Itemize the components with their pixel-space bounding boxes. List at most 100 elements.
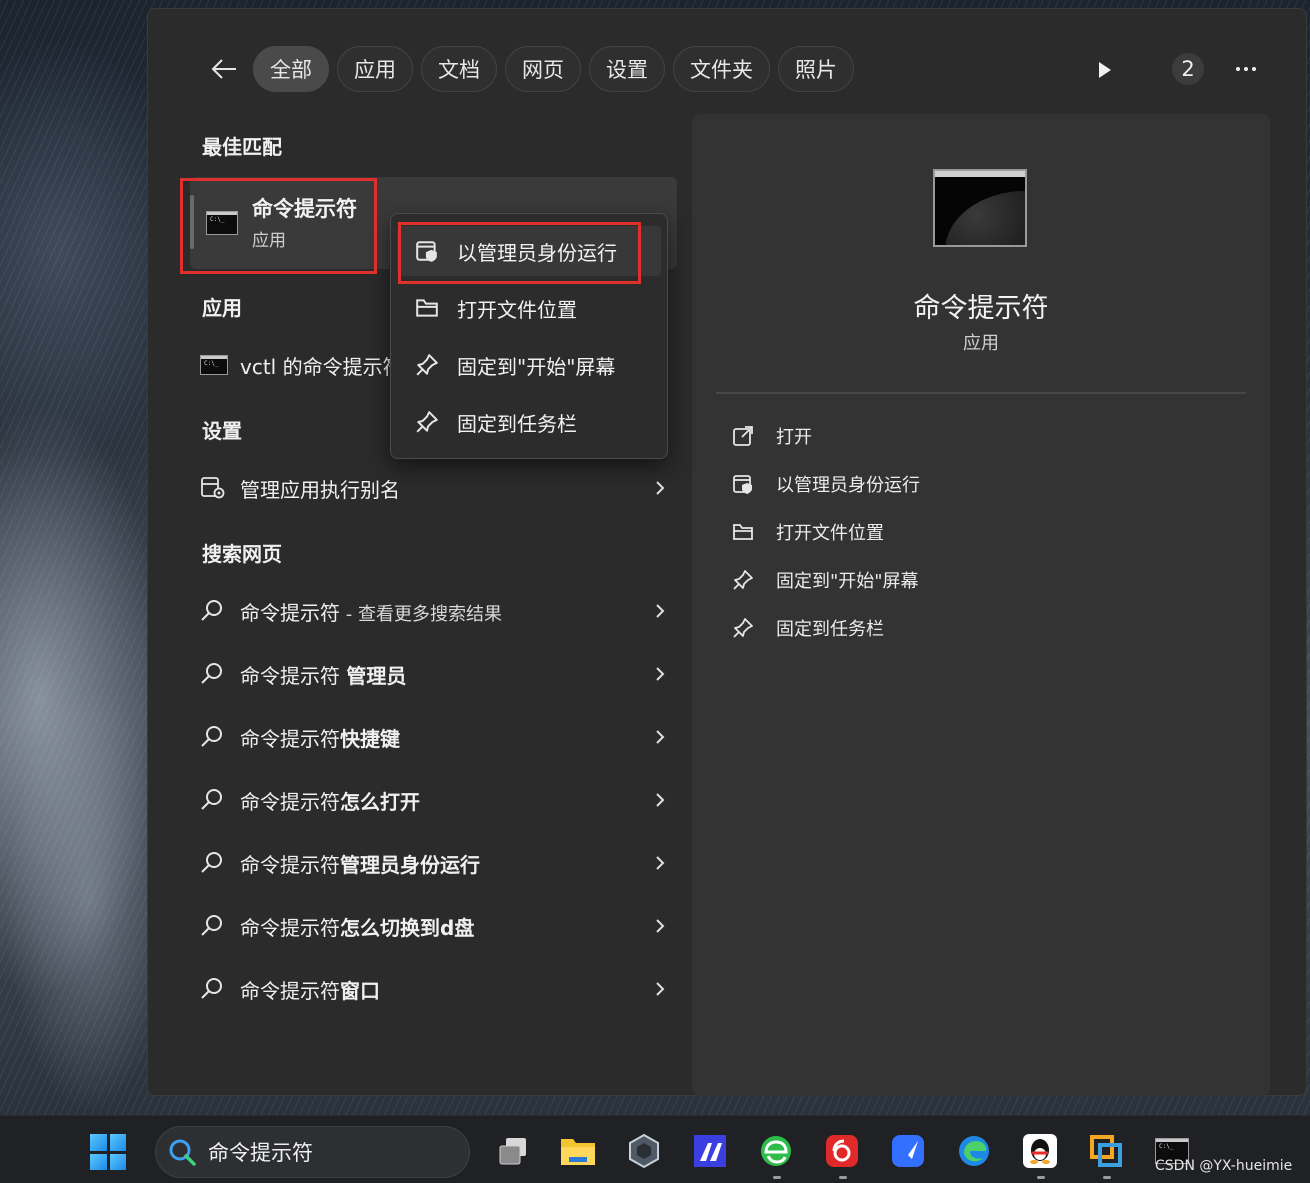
tab-web[interactable]: 网页 xyxy=(505,46,581,92)
folder-icon xyxy=(732,522,776,542)
menu-item-pin-to-start[interactable]: 固定到"开始"屏幕 xyxy=(397,340,661,390)
action-open-file-location[interactable]: 打开文件位置 xyxy=(732,512,1212,552)
ellipsis-icon xyxy=(1236,67,1256,71)
action-pin-to-start[interactable]: 固定到"开始"屏幕 xyxy=(732,560,1212,600)
web-result-suggestion: 快捷键 xyxy=(340,726,400,751)
tab-documents[interactable]: 文档 xyxy=(421,46,497,92)
best-match-title: 最佳匹配 xyxy=(202,135,282,159)
menu-item-label: 固定到"开始"屏幕 xyxy=(457,354,616,379)
web-result-suggestion: 管理员身份运行 xyxy=(340,852,480,877)
detail-title: 命令提示符 xyxy=(913,293,1049,324)
windows-start-icon[interactable] xyxy=(90,1134,126,1170)
watermark: CSDN @YX-hueimie xyxy=(1155,1158,1293,1174)
vmware-icon[interactable] xyxy=(1087,1132,1125,1170)
action-label: 打开 xyxy=(776,427,812,448)
taskbar-search-box[interactable]: 命令提示符 xyxy=(155,1126,470,1178)
app-result-label: vctl 的命令提示符 xyxy=(240,354,390,379)
cmd-large-icon xyxy=(933,169,1027,247)
menu-item-pin-to-taskbar[interactable]: 固定到任务栏 xyxy=(397,397,661,447)
best-match-name: 命令提示符 xyxy=(252,197,357,221)
web-result-suggestion: 管理员 xyxy=(346,663,407,688)
web-result[interactable]: 命令提示符怎么切换到d盘 xyxy=(200,903,670,949)
settings-result-app-alias[interactable]: 管理应用执行别名 xyxy=(200,465,670,511)
cmd-icon xyxy=(200,355,228,375)
action-run-as-admin[interactable]: 以管理员身份运行 xyxy=(732,464,1212,504)
search-icon xyxy=(200,596,240,626)
search-icon xyxy=(200,848,240,878)
menu-item-label: 固定到任务栏 xyxy=(457,411,577,436)
menu-item-open-file-location[interactable]: 打开文件位置 xyxy=(397,283,661,333)
menu-item-run-as-admin[interactable]: 以管理员身份运行 xyxy=(397,226,661,276)
unity-icon[interactable] xyxy=(625,1132,663,1170)
chevron-right-icon xyxy=(650,790,670,810)
pin-icon xyxy=(732,617,776,639)
web-result-suggestion: 怎么切换到d盘 xyxy=(340,915,475,940)
qq-icon[interactable] xyxy=(1021,1132,1059,1170)
cmd-icon xyxy=(206,211,238,235)
tab-settings[interactable]: 设置 xyxy=(589,46,665,92)
running-indicator xyxy=(1103,1176,1111,1179)
menu-item-label: 以管理员身份运行 xyxy=(457,240,617,265)
chevron-right-icon xyxy=(650,853,670,873)
back-arrow-icon xyxy=(211,59,236,79)
tab-apps[interactable]: 应用 xyxy=(337,46,413,92)
task-view-icon[interactable] xyxy=(494,1132,532,1170)
chevron-right-icon xyxy=(650,916,670,936)
best-match-type: 应用 xyxy=(252,231,286,251)
web-result-hint: - 查看更多搜索结果 xyxy=(340,603,502,625)
chevron-right-icon xyxy=(650,478,670,498)
tab-all[interactable]: 全部 xyxy=(253,46,329,92)
chevron-right-icon xyxy=(650,979,670,999)
back-button[interactable] xyxy=(204,53,244,85)
web-result-query: 命令提示符 xyxy=(240,915,340,940)
search-icon xyxy=(200,974,240,1004)
search-icon xyxy=(200,911,240,941)
web-section-title: 搜索网页 xyxy=(202,542,282,566)
apps-section-title: 应用 xyxy=(202,296,242,320)
web-result-query: 命令提示符 xyxy=(240,852,340,877)
search-icon xyxy=(200,785,240,815)
action-pin-to-taskbar[interactable]: 固定到任务栏 xyxy=(732,608,1212,648)
action-label: 固定到"开始"屏幕 xyxy=(776,571,919,592)
web-result[interactable]: 命令提示符窗口 xyxy=(200,966,670,1012)
feishu-icon[interactable] xyxy=(889,1132,927,1170)
shield-window-icon xyxy=(732,473,776,495)
web-result[interactable]: 命令提示符快捷键 xyxy=(200,714,670,760)
web-result[interactable]: 命令提示符 管理员 xyxy=(200,651,670,697)
web-result-query: 命令提示符 xyxy=(240,600,340,625)
divider xyxy=(716,392,1246,394)
selection-indicator xyxy=(190,195,194,249)
folder-icon xyxy=(415,297,457,319)
search-icon xyxy=(200,659,240,689)
web-result[interactable]: 命令提示符 - 查看更多搜索结果 xyxy=(200,588,670,634)
netease-music-icon[interactable] xyxy=(823,1132,861,1170)
filter-tabs: 全部 应用 文档 网页 设置 文件夹 照片 xyxy=(253,46,854,92)
intellij-icon[interactable] xyxy=(691,1132,729,1170)
taskbar: 命令提示符 xyxy=(0,1115,1310,1183)
web-result[interactable]: 命令提示符管理员身份运行 xyxy=(200,840,670,886)
web-result-query: 命令提示符 xyxy=(240,978,340,1003)
more-tabs-button[interactable] xyxy=(1090,55,1120,85)
edge-icon[interactable] xyxy=(955,1132,993,1170)
pin-icon xyxy=(732,569,776,591)
chevron-right-icon xyxy=(650,727,670,747)
running-indicator xyxy=(1037,1176,1045,1179)
play-icon xyxy=(1099,62,1111,78)
web-result[interactable]: 命令提示符怎么打开 xyxy=(200,777,670,823)
search-panel: 全部 应用 文档 网页 设置 文件夹 照片 2 最佳匹配 命令提示符 应用 应用… xyxy=(147,8,1307,1096)
shield-window-icon xyxy=(415,239,457,263)
result-count-badge[interactable]: 2 xyxy=(1172,53,1204,85)
action-open[interactable]: 打开 xyxy=(732,416,1212,456)
web-result-query: 命令提示符 xyxy=(240,789,340,814)
action-label: 打开文件位置 xyxy=(776,523,884,544)
tab-photos[interactable]: 照片 xyxy=(778,46,854,92)
app-result-vctl[interactable]: vctl 的命令提示符 xyxy=(200,342,390,388)
browser-icon[interactable] xyxy=(757,1132,795,1170)
file-explorer-icon[interactable] xyxy=(559,1132,597,1170)
open-external-icon xyxy=(732,425,776,447)
pin-icon xyxy=(415,353,457,377)
more-options-button[interactable] xyxy=(1228,53,1264,85)
tab-folders[interactable]: 文件夹 xyxy=(673,46,770,92)
settings-result-label: 管理应用执行别名 xyxy=(240,477,400,502)
action-label: 以管理员身份运行 xyxy=(776,475,920,496)
